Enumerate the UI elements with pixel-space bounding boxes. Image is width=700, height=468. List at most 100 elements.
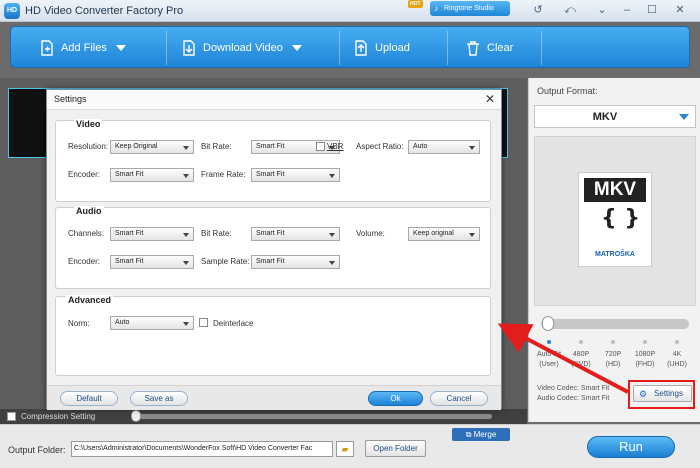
- quality-slider-track[interactable]: [541, 319, 689, 329]
- restore-icon[interactable]: –: [615, 1, 639, 19]
- norm-select[interactable]: Auto: [110, 316, 194, 330]
- add-files-label: Add Files: [61, 42, 107, 54]
- mkv-logo: MKV { } MATROŠKA: [578, 172, 652, 267]
- upload-label: Upload: [375, 42, 410, 54]
- dialog-footer: Default Save as Ok Cancel: [47, 385, 501, 410]
- output-panel: Output Format: MKV MKV { } MATROŠKA Auto…: [528, 78, 700, 422]
- feedback-icon[interactable]: ⤺: [558, 1, 582, 19]
- clear-button[interactable]: Clear: [465, 27, 513, 69]
- quality-slider-handle[interactable]: [542, 316, 554, 331]
- mkv-logo-text: MKV: [584, 178, 646, 202]
- output-folder-label: Output Folder:: [8, 445, 66, 455]
- quality-option-label[interactable]: 1080P (FHD): [629, 350, 661, 370]
- output-folder-input[interactable]: C:\Users\Administrator\Documents\WonderF…: [71, 441, 333, 457]
- norm-label: Norm:: [68, 319, 90, 328]
- vbr-checkbox[interactable]: [316, 142, 325, 151]
- volume-select[interactable]: Keep original: [408, 227, 480, 241]
- main-toolbar: Add Files Download Video Upload Clear: [10, 26, 690, 68]
- close-icon[interactable]: ✕: [485, 92, 495, 106]
- compression-checkbox[interactable]: [7, 412, 16, 421]
- compression-slider-handle[interactable]: [131, 410, 141, 422]
- video-encoder-select[interactable]: Smart Fit: [110, 168, 194, 182]
- default-button[interactable]: Default: [60, 391, 118, 406]
- video-group-title: Video: [74, 119, 103, 129]
- frame-rate-label: Frame Rate:: [201, 170, 246, 179]
- mkv-logo-sub: MATROŠKA: [595, 251, 635, 258]
- settings-dialog: Settings ✕ Video Resolution: Keep Origin…: [46, 89, 502, 410]
- volume-label: Volume:: [356, 229, 385, 238]
- audio-encoder-label: Encoder:: [68, 257, 101, 266]
- app-logo-icon: HD: [4, 3, 20, 19]
- upload-button[interactable]: Upload: [353, 27, 410, 69]
- format-preview[interactable]: MKV { } MATROŠKA: [534, 136, 696, 306]
- bell-icon: ♪: [434, 4, 438, 13]
- aspect-ratio-select[interactable]: Auto: [408, 140, 480, 154]
- quality-tick-dot: [547, 340, 551, 344]
- video-group: Video Resolution: Keep Original Bit Rate…: [55, 119, 491, 202]
- compression-slider-track[interactable]: [134, 414, 492, 419]
- refresh-icon[interactable]: ↺: [526, 1, 550, 19]
- chevron-down-icon[interactable]: [673, 106, 695, 127]
- quality-tick-dot: [643, 340, 647, 344]
- hot-badge: HOT: [408, 0, 423, 8]
- add-files-button[interactable]: Add Files: [39, 27, 126, 69]
- maximize-icon[interactable]: ☐: [640, 1, 664, 19]
- aspect-ratio-label: Aspect Ratio:: [356, 142, 404, 151]
- download-video-button[interactable]: Download Video: [181, 27, 302, 69]
- upload-icon: [355, 40, 367, 56]
- compression-row: Compression Setting: [0, 409, 527, 424]
- save-as-button[interactable]: Save as: [130, 391, 188, 406]
- sample-rate-select[interactable]: Smart Fit: [251, 255, 340, 269]
- annotation-highlight-box: [628, 380, 695, 409]
- merge-label: Merge: [473, 430, 497, 439]
- quality-tick-dot: [611, 340, 615, 344]
- audio-encoder-select[interactable]: Smart Fit: [110, 255, 194, 269]
- audio-group-title: Audio: [74, 206, 104, 216]
- clear-label: Clear: [487, 42, 514, 54]
- chevron-down-icon[interactable]: [115, 45, 126, 52]
- resolution-select[interactable]: Keep Original: [110, 140, 194, 154]
- merge-button[interactable]: ⧉ Merge: [452, 428, 510, 441]
- output-format-select[interactable]: MKV: [534, 105, 696, 128]
- dialog-title-bar: Settings ✕: [47, 90, 501, 110]
- quality-option-label[interactable]: Auto Fit (User): [533, 350, 565, 370]
- quality-tick-dot: [579, 340, 583, 344]
- dialog-title: Settings: [54, 94, 87, 104]
- output-format-label: Output Format:: [537, 86, 598, 96]
- advanced-group-title: Advanced: [66, 295, 114, 305]
- video-bitrate-label: Bit Rate:: [201, 142, 232, 151]
- matroska-icon: { }: [601, 206, 640, 231]
- chevron-down-icon[interactable]: [291, 45, 302, 52]
- quality-option-label[interactable]: 480P (DVD): [565, 350, 597, 370]
- quality-option-label[interactable]: 4K (UHD): [661, 350, 693, 370]
- audio-group: Audio Channels: Smart Fit Bit Rate: Smar…: [55, 206, 491, 289]
- compression-label: Compression Setting: [21, 412, 96, 421]
- trash-icon: [467, 41, 479, 56]
- deinterlace-label: Deinterlace: [213, 319, 254, 328]
- video-codec-text: Video Codec: Smart Fit: [537, 385, 610, 392]
- ringtone-studio-button[interactable]: ♪ Ringtone Studio: [430, 1, 510, 16]
- quality-tick-dot: [675, 340, 679, 344]
- cancel-button[interactable]: Cancel: [430, 391, 488, 406]
- download-video-label: Download Video: [203, 42, 283, 54]
- title-bar: HD HD Video Converter Factory Pro HOT ♪ …: [0, 0, 700, 22]
- open-folder-button[interactable]: Open Folder: [365, 440, 426, 457]
- merge-icon: ⧉: [465, 430, 474, 439]
- deinterlace-checkbox[interactable]: [199, 318, 208, 327]
- run-button[interactable]: Run: [587, 436, 675, 458]
- video-encoder-label: Encoder:: [68, 170, 101, 179]
- bottom-bar: ⧉ Merge Output Folder: C:\Users\Administ…: [0, 424, 700, 468]
- minimize-icon[interactable]: ⌄: [590, 1, 614, 19]
- close-icon[interactable]: ✕: [668, 1, 692, 19]
- quality-option-label[interactable]: 720P (HD): [597, 350, 629, 370]
- app-title: HD Video Converter Factory Pro: [25, 5, 184, 17]
- output-format-value: MKV: [592, 111, 618, 123]
- ringtone-studio-label: Ringtone Studio: [444, 5, 494, 12]
- frame-rate-select[interactable]: Smart Fit: [251, 168, 340, 182]
- advanced-group: Advanced Norm: Auto Deinterlace: [55, 295, 491, 376]
- ok-button[interactable]: Ok: [368, 391, 423, 406]
- audio-bitrate-select[interactable]: Smart Fit: [251, 227, 340, 241]
- resolution-label: Resolution:: [68, 142, 109, 151]
- channels-select[interactable]: Smart Fit: [110, 227, 194, 241]
- folder-icon[interactable]: ▰: [336, 441, 354, 457]
